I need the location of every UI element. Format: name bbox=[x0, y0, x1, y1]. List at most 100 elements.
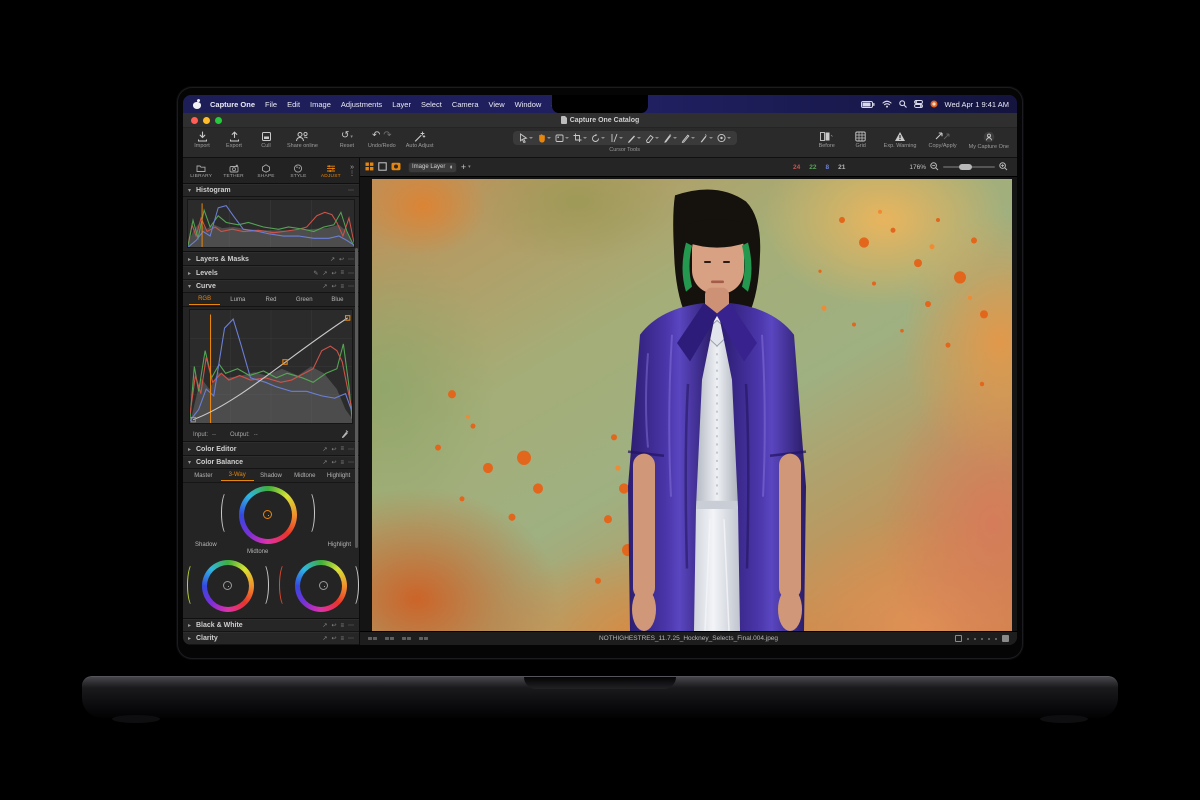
erase-mask-tool-icon[interactable] bbox=[644, 133, 660, 143]
tab-shape[interactable]: SHAPE bbox=[250, 162, 282, 179]
layer-select-dropdown[interactable]: Image Layer ▲▼ bbox=[408, 162, 457, 173]
highlight-lightness-slider[interactable] bbox=[347, 563, 359, 607]
panel-header-color-editor[interactable]: ▸ Color Editor ↗↩≡⋯ bbox=[183, 442, 359, 456]
annotation-tool-icon[interactable] bbox=[716, 133, 732, 143]
panel-more-icon[interactable]: ⋯ bbox=[348, 459, 354, 466]
multi-view-icon[interactable] bbox=[365, 158, 374, 176]
shadow-saturation-slider[interactable] bbox=[187, 563, 199, 607]
menu-layer[interactable]: Layer bbox=[387, 100, 416, 109]
curve-tab-luma[interactable]: Luma bbox=[222, 295, 253, 305]
straighten-tool-icon[interactable] bbox=[608, 133, 624, 143]
tab-style[interactable]: STYLE bbox=[282, 162, 314, 179]
sidebar-scrollbar[interactable] bbox=[355, 248, 358, 548]
presets-icon[interactable]: ≡ bbox=[340, 284, 344, 290]
proof-view-icon[interactable] bbox=[391, 158, 401, 176]
draw-mask-tool-icon[interactable] bbox=[626, 133, 642, 143]
tab-tether[interactable]: TETHER bbox=[217, 162, 249, 179]
panel-more-icon[interactable]: ⋯ bbox=[348, 622, 354, 629]
menu-view[interactable]: View bbox=[484, 100, 510, 109]
reset-button[interactable]: ↺▾ Reset bbox=[336, 131, 358, 149]
panel-header-color-balance[interactable]: ▾ Color Balance ↗↩≡⋯ bbox=[183, 456, 359, 469]
close-window-button[interactable] bbox=[191, 117, 198, 124]
reset-panel-icon[interactable]: ↩ bbox=[339, 256, 344, 263]
zoom-slider[interactable] bbox=[943, 166, 995, 168]
auto-adjust-button[interactable]: Auto Adjust bbox=[406, 131, 434, 149]
reset-panel-icon[interactable]: ↩ bbox=[331, 635, 336, 642]
panel-header-layers[interactable]: ▸ Layers & Masks ↗↩⋯ bbox=[183, 252, 359, 266]
panel-header-levels[interactable]: ▸ Levels ✎↗↩≡⋯ bbox=[183, 266, 359, 280]
curve-tab-rgb[interactable]: RGB bbox=[189, 294, 220, 305]
cb-tab-shadow[interactable]: Shadow bbox=[255, 471, 288, 481]
copy-adjustments-icon[interactable]: ↗ bbox=[322, 283, 327, 290]
rating-dot[interactable] bbox=[967, 638, 969, 640]
zoom-out-icon[interactable] bbox=[930, 158, 939, 176]
menu-bar-clock[interactable]: Wed Apr 1 9:41 AM bbox=[945, 100, 1009, 109]
cull-button[interactable]: Cull bbox=[255, 131, 277, 149]
presets-icon[interactable]: ≡ bbox=[340, 636, 344, 642]
rotation-tool-icon[interactable] bbox=[590, 133, 606, 143]
fullscreen-window-button[interactable] bbox=[215, 117, 222, 124]
reset-panel-icon[interactable]: ↩ bbox=[331, 622, 336, 629]
curve-tab-red[interactable]: Red bbox=[255, 295, 286, 305]
rating-frame-icon[interactable] bbox=[955, 635, 962, 642]
add-layer-button[interactable]: +▾ bbox=[461, 162, 471, 172]
pan-hand-tool-icon[interactable] bbox=[536, 133, 552, 143]
menu-image[interactable]: Image bbox=[305, 100, 336, 109]
cb-tab-highlight[interactable]: Highlight bbox=[322, 471, 355, 481]
copy-adjustments-icon[interactable]: ↗ bbox=[322, 622, 327, 629]
spotlight-search-icon[interactable] bbox=[899, 100, 907, 108]
before-after-button[interactable]: Before bbox=[816, 131, 838, 157]
battery-icon[interactable] bbox=[861, 101, 875, 108]
status-icon-1[interactable] bbox=[368, 637, 377, 640]
menu-select[interactable]: Select bbox=[416, 100, 447, 109]
single-view-icon[interactable] bbox=[378, 158, 387, 176]
auto-levels-icon[interactable]: ✎ bbox=[313, 270, 318, 277]
color-tag-icon[interactable] bbox=[1002, 635, 1009, 642]
share-online-button[interactable]: Share online bbox=[287, 131, 318, 149]
copy-adjustments-icon[interactable]: ↗ bbox=[322, 446, 327, 453]
panel-header-histogram[interactable]: ▾ Histogram ⋯ bbox=[183, 184, 359, 197]
panel-header-black-white[interactable]: ▸ Black & White ↗↩≡⋯ bbox=[183, 619, 359, 632]
rating-dot[interactable] bbox=[981, 638, 983, 640]
import-button[interactable]: Import bbox=[191, 131, 213, 149]
presets-icon[interactable]: ≡ bbox=[340, 446, 344, 452]
panel-more-icon[interactable]: ⋯ bbox=[348, 635, 354, 642]
tab-library[interactable]: LIBRARY bbox=[185, 162, 217, 179]
zoom-slider-handle[interactable] bbox=[959, 164, 972, 170]
exposure-warning-button[interactable]: Exp. Warning bbox=[884, 131, 917, 157]
tools-scroll-area[interactable]: ▾ Histogram ⋯ bbox=[183, 184, 359, 645]
midtone-saturation-slider[interactable] bbox=[221, 491, 233, 535]
capture-one-menubar-icon[interactable] bbox=[930, 100, 938, 108]
my-capture-one-button[interactable]: My Capture One bbox=[969, 131, 1009, 157]
panel-header-curve[interactable]: ▾ Curve ↗↩≡⋯ bbox=[183, 280, 359, 293]
menu-app-name[interactable]: Capture One bbox=[205, 100, 260, 109]
menu-window[interactable]: Window bbox=[510, 100, 547, 109]
grid-button[interactable]: Grid bbox=[850, 131, 872, 157]
heal-tool-icon[interactable] bbox=[662, 133, 678, 143]
presets-icon[interactable]: ≡ bbox=[340, 623, 344, 629]
panel-more-icon[interactable]: ⋯ bbox=[348, 283, 354, 290]
rating-dot[interactable] bbox=[995, 638, 997, 640]
apple-menu-icon[interactable] bbox=[193, 100, 201, 109]
zoom-in-icon[interactable] bbox=[999, 158, 1008, 176]
copy-adjustments-icon[interactable]: ↗ bbox=[322, 459, 327, 466]
minimize-window-button[interactable] bbox=[203, 117, 210, 124]
photo-preview[interactable] bbox=[372, 179, 1012, 631]
control-center-icon[interactable] bbox=[914, 100, 923, 108]
panel-header-clarity[interactable]: ▸ Clarity ↗↩≡⋯ bbox=[183, 632, 359, 645]
shadow-lightness-slider[interactable] bbox=[257, 563, 269, 607]
undo-redo-button[interactable]: ↶ ↷ Undo/Redo bbox=[368, 131, 396, 149]
menu-adjustments[interactable]: Adjustments bbox=[336, 100, 387, 109]
panel-more-icon[interactable]: ⋯ bbox=[348, 446, 354, 453]
cb-tab-midtone[interactable]: Midtone bbox=[288, 471, 321, 481]
status-icon-4[interactable] bbox=[419, 637, 428, 640]
panel-more-icon[interactable]: ⋯ bbox=[348, 187, 354, 194]
cb-tab-master[interactable]: Master bbox=[187, 471, 220, 481]
status-icon-3[interactable] bbox=[402, 637, 411, 640]
zoom-level[interactable]: 176% bbox=[909, 164, 926, 171]
menu-camera[interactable]: Camera bbox=[447, 100, 484, 109]
copy-adjustments-icon[interactable]: ↗ bbox=[330, 256, 335, 263]
presets-icon[interactable]: ≡ bbox=[340, 270, 344, 276]
wifi-icon[interactable] bbox=[882, 100, 892, 108]
curve-tab-blue[interactable]: Blue bbox=[322, 295, 353, 305]
